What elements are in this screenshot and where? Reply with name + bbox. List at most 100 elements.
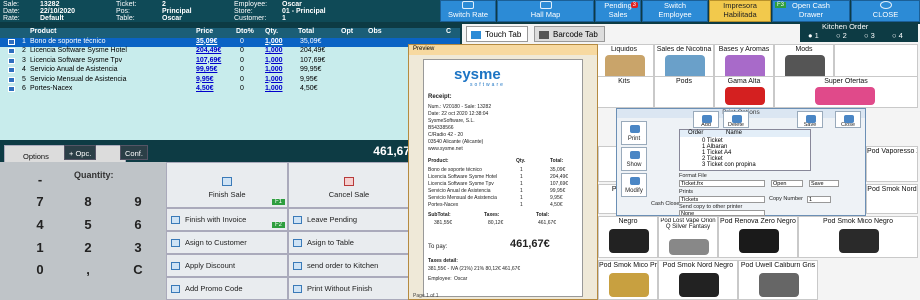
row-checkbox[interactable] bbox=[8, 38, 15, 45]
row-qty[interactable]: 1,000 bbox=[265, 85, 283, 92]
product-tile[interactable]: Pod Smok Nord bbox=[866, 184, 918, 214]
tab-config[interactable]: Conf. bbox=[120, 145, 148, 160]
cancel-sale-button[interactable]: Cancel Sale bbox=[288, 162, 410, 208]
save-format-button[interactable]: Save bbox=[809, 180, 839, 187]
send-kitchen-button[interactable]: send order to Kitchen bbox=[288, 254, 410, 277]
row-price[interactable]: 35,09€ bbox=[196, 38, 217, 45]
key-6[interactable]: 6 bbox=[118, 217, 158, 232]
row-price[interactable]: 9,95€ bbox=[196, 76, 214, 83]
cash-close-checkbox[interactable]: Cash Close bbox=[651, 201, 679, 207]
kitchen-option-3[interactable]: ○ 3 bbox=[864, 31, 875, 40]
key-2[interactable]: 2 bbox=[68, 240, 108, 255]
pending-count-badge: 3 bbox=[630, 2, 638, 8]
key-9[interactable]: 9 bbox=[118, 194, 158, 209]
tab-touch[interactable]: Touch Tab bbox=[466, 26, 529, 42]
finish-invoice-button[interactable]: Finish with Invoice F2 bbox=[166, 208, 288, 231]
product-tile[interactable]: Pod Smok Mico Prism Gold bbox=[598, 260, 658, 300]
switch-rate-button[interactable]: Switch Rate bbox=[440, 0, 496, 22]
row-dto: 0 bbox=[240, 56, 244, 64]
row-checkbox[interactable] bbox=[8, 76, 15, 83]
leave-pending-button[interactable]: Leave Pending bbox=[288, 208, 410, 231]
category-super-ofertas[interactable]: Super Ofertas bbox=[774, 76, 918, 108]
open-button[interactable]: Open bbox=[771, 180, 803, 187]
switch-employee-button[interactable]: Switch Employee bbox=[642, 0, 708, 22]
assign-customer-button[interactable]: Asign to Customer bbox=[166, 231, 288, 254]
format-list[interactable]: Order Name 0 Ticket 1 Albaran 1 Ticket A… bbox=[679, 129, 811, 171]
show-button[interactable]: Show bbox=[621, 147, 647, 171]
kitchen-option-2[interactable]: ○ 2 bbox=[836, 31, 847, 40]
save-button[interactable]: Save bbox=[797, 111, 823, 128]
product-tile[interactable]: Pod Smok Nord Negro bbox=[658, 260, 738, 300]
key-clear[interactable]: C bbox=[118, 262, 158, 277]
row-checkbox[interactable] bbox=[8, 86, 15, 92]
close-dialog-button[interactable]: Close bbox=[835, 111, 861, 128]
key-4[interactable]: 4 bbox=[20, 217, 60, 232]
row-checkbox[interactable] bbox=[8, 48, 15, 54]
table-row[interactable]: 1 Bono de soporte técnico 35,09€ 0 1,000… bbox=[0, 37, 460, 47]
key-0[interactable]: 0 bbox=[20, 262, 60, 277]
category-kits[interactable]: Kits bbox=[594, 76, 654, 108]
prints-select[interactable]: Tickets bbox=[679, 196, 765, 203]
copy-number-field[interactable]: 1 bbox=[807, 196, 831, 203]
row-qty[interactable]: 1,000 bbox=[265, 66, 283, 73]
modify-button[interactable]: Modify bbox=[621, 173, 647, 197]
open-cash-drawer-button[interactable]: F3 Open Cash Drawer bbox=[772, 0, 850, 22]
print-preview-window[interactable]: Preview sysme software Receipt: Num.: V2… bbox=[408, 44, 598, 300]
key-7[interactable]: 7 bbox=[20, 194, 60, 209]
product-tile[interactable]: Negro bbox=[598, 216, 658, 258]
row-checkbox[interactable] bbox=[8, 67, 15, 73]
kitchen-option-1[interactable]: ● 1 bbox=[808, 31, 819, 40]
key-minus[interactable]: - bbox=[20, 172, 60, 187]
category-pods[interactable]: Pods bbox=[654, 76, 714, 108]
product-tile[interactable]: Pod Uwell Caliburn Gris bbox=[738, 260, 818, 300]
hall-map-button[interactable]: Hall Map bbox=[497, 0, 594, 22]
assign-table-button[interactable]: Asign to Table bbox=[288, 231, 410, 254]
print-without-finish-button[interactable]: Print Without Finish bbox=[288, 277, 410, 300]
list-item[interactable]: 3 Ticket con propina bbox=[702, 162, 756, 168]
key-5[interactable]: 5 bbox=[68, 217, 108, 232]
table-row[interactable]: 2 Licencia Software Sysme Hotel 204,49€ … bbox=[0, 47, 460, 57]
format-file-field[interactable]: Ticket.frx bbox=[679, 180, 765, 187]
receipt-item-qty: 1 bbox=[520, 181, 523, 187]
row-price[interactable]: 4,50€ bbox=[196, 85, 214, 92]
apply-discount-button[interactable]: Apply Discount bbox=[166, 254, 288, 277]
table-row[interactable]: 5 Servicio Mensual de Asistencia 9,95€ 0… bbox=[0, 76, 460, 86]
row-dto: 0 bbox=[240, 85, 244, 92]
tab-more-options[interactable]: + Opc. bbox=[64, 145, 97, 160]
receipt-taxes: 80,12€ bbox=[488, 220, 504, 226]
row-price[interactable]: 99,95€ bbox=[196, 66, 217, 73]
table-row[interactable]: 3 Licencia Software Sysme Tpv 107,69€ 0 … bbox=[0, 57, 460, 67]
key-1[interactable]: 1 bbox=[20, 240, 60, 255]
tab-barcode[interactable]: Barcode Tab bbox=[534, 26, 605, 42]
key-8[interactable]: 8 bbox=[68, 194, 108, 209]
category-gama-alta[interactable]: Gama Alta bbox=[714, 76, 774, 108]
row-qty[interactable]: 1,000 bbox=[265, 38, 283, 45]
product-tile[interactable]: Pod Smok Mico Negro bbox=[798, 216, 918, 258]
close-label: CLOSE bbox=[872, 10, 899, 19]
print-button[interactable]: Print bbox=[621, 121, 647, 145]
print-options-dialog[interactable]: Print Options Print Show Modify Add Dele… bbox=[616, 108, 866, 217]
table-row[interactable]: 6 Portes-Nacex 4,50€ 0 1,000 4,50€ bbox=[0, 85, 460, 95]
row-qty[interactable]: 1,000 bbox=[265, 76, 283, 83]
row-qty[interactable]: 1,000 bbox=[265, 57, 283, 64]
row-num: 6 bbox=[22, 85, 26, 92]
add-promo-button[interactable]: Add Promo Code bbox=[166, 277, 288, 300]
product-tile[interactable]: Pod Renova Zero Negro bbox=[718, 216, 798, 258]
row-qty[interactable]: 1,000 bbox=[265, 47, 283, 54]
delete-button[interactable]: Delete bbox=[723, 111, 749, 128]
close-button[interactable]: CLOSE bbox=[851, 0, 920, 22]
send-copy-select[interactable]: None bbox=[679, 210, 765, 217]
kitchen-option-4[interactable]: ○ 4 bbox=[892, 31, 903, 40]
key-comma[interactable]: , bbox=[68, 262, 108, 277]
table-row[interactable]: 4 Servicio Anual de Asistencia 99,95€ 0 … bbox=[0, 66, 460, 76]
product-tile[interactable]: Pod Lost Vape Orion Q Silver Fantasy bbox=[658, 216, 718, 258]
key-3[interactable]: 3 bbox=[118, 240, 158, 255]
pending-sales-button[interactable]: 3 Pending Sales bbox=[595, 0, 641, 22]
printer-enabled-button[interactable]: Impresora Habilitada bbox=[709, 0, 771, 22]
row-price[interactable]: 107,69€ bbox=[196, 57, 221, 64]
row-checkbox[interactable] bbox=[8, 57, 15, 64]
finish-sale-button[interactable]: Finish Sale F1 bbox=[166, 162, 288, 208]
product-tile[interactable]: Pod Vaporesso Xtra Xiron bbox=[866, 146, 918, 182]
add-button[interactable]: Add bbox=[693, 111, 719, 128]
row-price[interactable]: 204,49€ bbox=[196, 47, 221, 54]
